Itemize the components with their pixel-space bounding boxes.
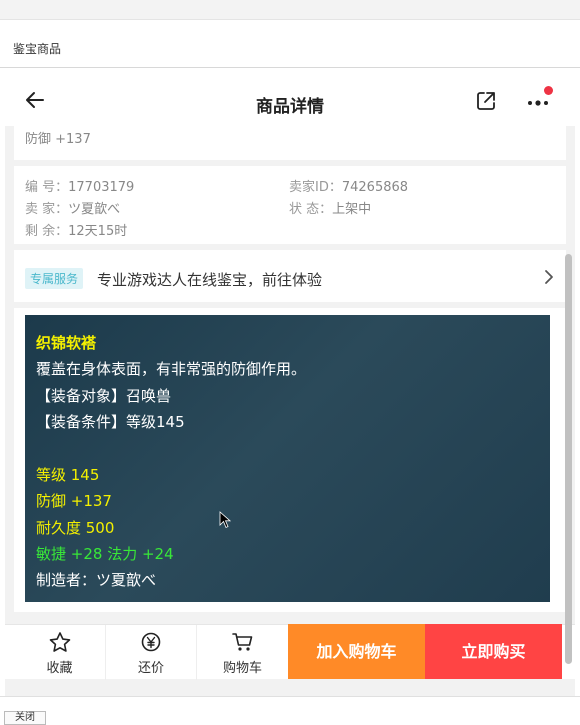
seller-row: 卖 家：ツ夏歆べ xyxy=(25,198,120,217)
item-bonus-stats: 敏捷 +28 法力 +24 xyxy=(36,545,174,563)
seller-id-value: 74265868 xyxy=(341,180,409,195)
item-condition: 【装备条件】等级145 xyxy=(36,413,185,431)
star-icon xyxy=(49,632,70,652)
more-icon[interactable] xyxy=(523,92,553,112)
service-text: 专业游戏达人在线鉴宝，前往体验 xyxy=(97,271,323,289)
item-level: 等级 145 xyxy=(36,466,100,484)
cart-tab-button[interactable]: 购物车 xyxy=(197,625,288,680)
close-button[interactable]: 关闭 xyxy=(4,711,46,725)
shopping-cart-icon xyxy=(231,633,252,651)
cart-label: 购物车 xyxy=(222,661,262,676)
status-row: 状 态：上架中 xyxy=(289,198,371,217)
service-tag: 专属服务 xyxy=(25,268,84,289)
yen-coin-icon xyxy=(141,632,161,652)
share-icon[interactable] xyxy=(475,90,497,112)
item-maker: 制造者：ツ夏歆べ xyxy=(36,571,157,589)
seller-label: 卖 家： xyxy=(25,202,69,217)
window-title: 鉴宝商品 xyxy=(13,42,62,56)
stat-summary-card: 防御 +137 xyxy=(14,126,566,160)
exclusive-service-row[interactable]: 专属服务 专业游戏达人在线鉴宝，前往体验 xyxy=(14,250,566,302)
status-value: 上架中 xyxy=(332,202,372,217)
remaining-value: 12天15时 xyxy=(68,224,128,239)
notification-dot xyxy=(544,86,553,95)
remaining-row: 剩 余：12天15时 xyxy=(25,220,127,239)
bargain-label: 还价 xyxy=(137,661,164,676)
item-info-card: 编 号：17703179 卖家ID：74265868 卖 家：ツ夏歆べ 状 态：… xyxy=(14,166,566,244)
chevron-right-icon xyxy=(545,270,553,284)
buy-now-button[interactable]: 立即购买 xyxy=(425,624,562,679)
item-target: 【装备对象】召唤兽 xyxy=(36,387,172,405)
seller-value: ツ夏歆べ xyxy=(68,202,121,217)
defense-stat: 防御 +137 xyxy=(25,132,91,147)
top-navbar: 商品详情 xyxy=(5,68,575,126)
remaining-label: 剩 余： xyxy=(25,224,69,239)
mouse-cursor-icon xyxy=(219,511,231,529)
item-name: 织锦软褡 xyxy=(36,334,97,352)
serial-label: 编 号： xyxy=(25,180,69,195)
seller-id-row: 卖家ID：74265868 xyxy=(289,176,408,195)
item-defense: 防御 +137 xyxy=(36,492,112,510)
item-description: 覆盖在身体表面，有非常强的防御作用。 xyxy=(36,360,307,378)
seller-id-label: 卖家ID： xyxy=(289,180,342,195)
item-tooltip-panel: 织锦软褡 覆盖在身体表面，有非常强的防御作用。 【装备对象】召唤兽 【装备条件】… xyxy=(25,315,550,602)
add-to-cart-button[interactable]: 加入购物车 xyxy=(288,624,425,679)
mobile-viewport: 商品详情 防御 +137 编 号：17703179 卖家ID：74265868 … xyxy=(5,68,575,696)
serial-value: 17703179 xyxy=(68,180,135,195)
status-label: 状 态： xyxy=(289,202,333,217)
serial-row: 编 号：17703179 xyxy=(25,176,134,195)
item-detail-card: 织锦软褡 覆盖在身体表面，有非常强的防御作用。 【装备对象】召唤兽 【装备条件】… xyxy=(14,308,566,612)
window-titlebar xyxy=(0,0,580,20)
favorite-label: 收藏 xyxy=(46,661,73,676)
window-bottom-bar xyxy=(0,696,580,720)
item-durability: 耐久度 500 xyxy=(36,519,115,537)
favorite-button[interactable]: 收藏 xyxy=(14,625,105,680)
bargain-button[interactable]: 还价 xyxy=(106,625,196,680)
scrollbar-thumb[interactable] xyxy=(565,254,572,664)
